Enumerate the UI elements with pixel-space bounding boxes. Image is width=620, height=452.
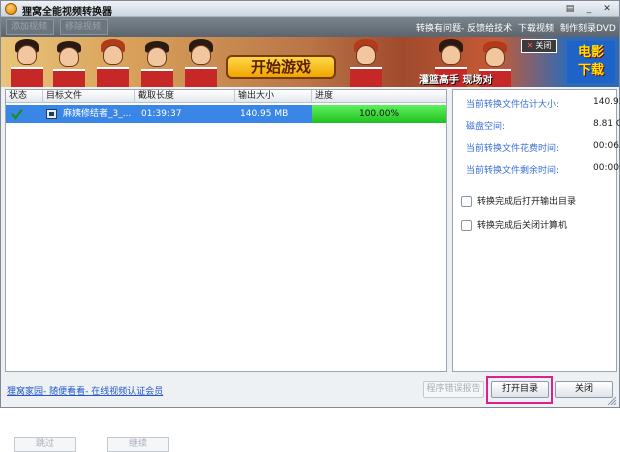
- open-directory-button[interactable]: 打开目录: [491, 381, 549, 398]
- est-size-value: 140.95 MB: [593, 97, 620, 107]
- row-file-name: 麻姨修结者_3_...: [63, 109, 132, 119]
- remove-video-button[interactable]: 移除视频: [60, 19, 108, 35]
- elapsed-value: 00:06:01: [593, 141, 620, 151]
- close-window-button[interactable]: ✕: [601, 3, 613, 15]
- banner-character: [93, 37, 133, 87]
- footer-link[interactable]: 狸窝家园- 随便看看- 在线视频认证会员: [7, 384, 163, 397]
- check-icon: [11, 108, 23, 120]
- row-progress: 100.00%: [312, 105, 446, 123]
- movie-download-button[interactable]: 电影 下载: [567, 41, 615, 83]
- elapsed-label: 当前转换文件花费时间:: [466, 144, 560, 154]
- resize-grip-icon[interactable]: [607, 396, 617, 406]
- close-button[interactable]: 关闭: [555, 381, 613, 398]
- title-bar: 狸窝全能视频转换器 ▤ _ ✕: [1, 1, 619, 18]
- progress-text: 100.00%: [358, 109, 400, 119]
- open-dir-label: 转换完成后打开输出目录: [477, 197, 577, 207]
- banner-close-label: 关闭: [535, 41, 552, 50]
- disk-value: 8.81 GB: [593, 119, 620, 129]
- feedback-link[interactable]: 转换有问题- 反馈给技术: [416, 21, 512, 34]
- col-file[interactable]: 目标文件: [43, 90, 135, 103]
- col-duration[interactable]: 截取长度: [135, 90, 235, 103]
- ad-banner[interactable]: 开始游戏 ✕ 关闭 灌篮高手 现场对 电影 下载: [1, 37, 619, 87]
- info-elapsed: 当前转换文件花费时间: 00:06:01: [466, 141, 620, 154]
- disk-label: 磁盘空间:: [466, 122, 506, 132]
- menu-icon[interactable]: ▤: [564, 3, 576, 15]
- burn-dvd-link[interactable]: 制作刻录DVD: [560, 21, 616, 34]
- banner-caption: 灌篮高手 现场对: [419, 75, 493, 86]
- app-window: 狸窝全能视频转换器 ▤ _ ✕ 添加视频 移除视频 转换有问题- 反馈给技术 下…: [0, 0, 620, 452]
- app-logo-icon: [5, 3, 17, 15]
- error-report-button[interactable]: 程序错误报告: [423, 381, 484, 398]
- est-size-label: 当前转换文件估计大小:: [466, 100, 560, 110]
- banner-close-button[interactable]: ✕ 关闭: [521, 39, 557, 53]
- banner-character: [137, 37, 177, 87]
- download-video-link[interactable]: 下载视频: [518, 21, 554, 34]
- info-remaining: 当前转换文件剩余时间: 00:00:00: [466, 163, 620, 176]
- row-size: 140.95 MB: [240, 109, 289, 119]
- info-disk: 磁盘空间: 8.81 GB: [466, 119, 620, 132]
- close-icon: ✕: [526, 41, 534, 50]
- toolbar: 添加视频 移除视频 转换有问题- 反馈给技术 下载视频 制作刻录DVD: [1, 17, 619, 37]
- open-dir-option[interactable]: 转换完成后打开输出目录: [461, 194, 576, 207]
- skip-button[interactable]: 跳过: [14, 437, 76, 452]
- col-status[interactable]: 状态: [6, 90, 43, 103]
- continue-button[interactable]: 继续: [107, 437, 169, 452]
- video-file-icon: [46, 109, 57, 119]
- movie-download-line1: 电影: [577, 45, 604, 60]
- minimize-button[interactable]: _: [583, 3, 595, 15]
- info-panel: 当前转换文件估计大小: 140.95 MB 磁盘空间: 8.81 GB 当前转换…: [452, 89, 620, 372]
- banner-character: [7, 37, 47, 87]
- shutdown-option[interactable]: 转换完成后关闭计算机: [461, 218, 567, 231]
- banner-character: [49, 37, 89, 87]
- row-duration: 01:39:37: [141, 109, 182, 119]
- banner-character: [346, 37, 386, 87]
- movie-download-line2: 下载: [577, 63, 604, 78]
- list-header: 状态 目标文件 截取长度 输出大小 进度: [6, 90, 446, 103]
- table-row[interactable]: 麻姨修结者_3_... 01:39:37 140.95 MB 100.00%: [6, 105, 446, 123]
- banner-character: [181, 37, 221, 87]
- remaining-label: 当前转换文件剩余时间:: [466, 166, 560, 176]
- col-progress[interactable]: 进度: [312, 90, 446, 103]
- file-list: 状态 目标文件 截取长度 输出大小 进度 麻姨修结者_3_... 01:39:3…: [5, 89, 447, 452]
- start-game-button[interactable]: 开始游戏: [226, 55, 336, 79]
- open-dir-checkbox[interactable]: [461, 196, 472, 207]
- col-size[interactable]: 输出大小: [235, 90, 312, 103]
- remaining-value: 00:00:00: [593, 163, 620, 173]
- window-title: 狸窝全能视频转换器: [22, 7, 112, 18]
- shutdown-label: 转换完成后关闭计算机: [477, 221, 568, 231]
- info-est-size: 当前转换文件估计大小: 140.95 MB: [466, 97, 620, 110]
- shutdown-checkbox[interactable]: [461, 220, 472, 231]
- add-video-button[interactable]: 添加视频: [6, 19, 54, 35]
